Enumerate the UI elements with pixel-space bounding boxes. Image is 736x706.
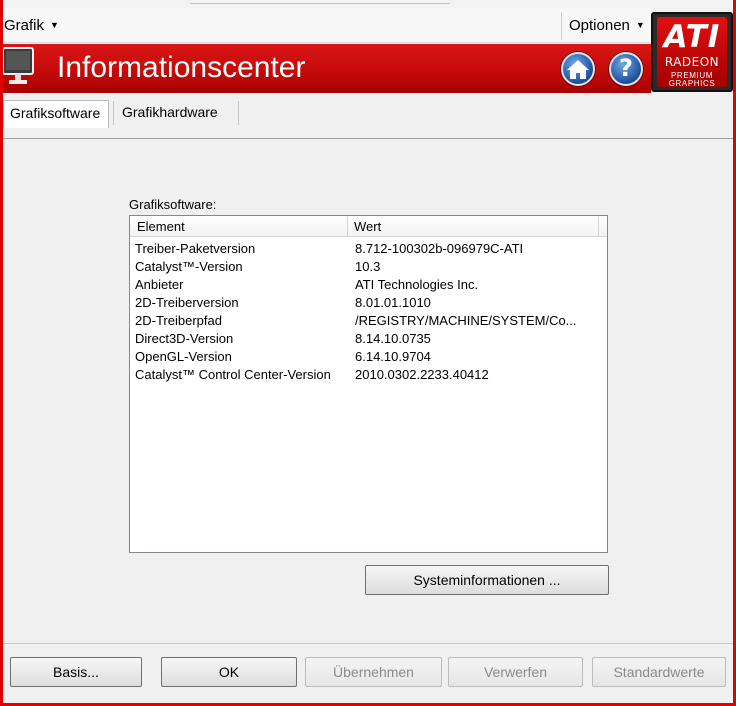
help-button[interactable]: ? [609,52,643,86]
top-strip [0,0,736,8]
list-row[interactable]: OpenGL-Version 6.14.10.9704 [130,348,607,366]
tab-grafiksoftware[interactable]: Grafiksoftware [3,100,109,128]
column-divider[interactable] [598,216,599,237]
logo-product: RADEON [664,55,720,69]
row-value: ATI Technologies Inc. [355,277,479,292]
row-value: 8.712-100302b-096979C-ATI [355,241,524,256]
list-header: Element Wert [130,216,607,237]
tab-grafikhardware[interactable]: Grafikhardware [116,100,224,128]
list-row[interactable]: 2D-Treiberversion 8.01.01.1010 [130,294,607,312]
row-element: 2D-Treiberpfad [135,313,222,328]
row-value: 10.3 [355,259,381,274]
dropdown-arrow-icon: ▼ [635,20,645,30]
menu-separator [561,12,562,40]
menu-optionen-label: Optionen [569,17,630,34]
help-icon: ? [619,54,633,82]
home-icon [567,60,589,79]
row-element: Catalyst™-Version [135,259,243,274]
row-element: OpenGL-Version [135,349,232,364]
ghost-window-edge [190,0,450,4]
list-row[interactable]: Treiber-Paketversion 8.712-100302b-09697… [130,240,607,258]
row-element: 2D-Treiberversion [135,295,239,310]
list-rows: Treiber-Paketversion 8.712-100302b-09697… [130,240,607,384]
row-value: 8.14.10.0735 [355,331,431,346]
monitor-icon [3,47,34,84]
window-frame-left [0,0,3,706]
ati-radeon-logo: ATI RADEON PREMIUM GRAPHICS [651,12,733,92]
list-row[interactable]: Anbieter ATI Technologies Inc. [130,276,607,294]
menu-grafik-label: Grafik [4,17,45,34]
basis-button[interactable]: Basis... [10,657,142,687]
row-value: 2010.0302.2233.40412 [355,367,489,382]
home-button[interactable] [561,52,595,86]
menu-bar: Grafik ▼ Optionen ▼ [3,8,651,43]
apply-button[interactable]: Übernehmen [305,657,442,687]
list-row[interactable]: Catalyst™-Version 10.3 [130,258,607,276]
section-label: Grafiksoftware: [129,197,217,212]
logo-tagline: PREMIUM GRAPHICS [657,72,727,88]
tab-separator [238,101,239,125]
title-banner: Informationscenter ? [3,44,651,93]
row-element: Anbieter [135,277,184,292]
row-element: Direct3D-Version [135,331,234,346]
menu-optionen[interactable]: Optionen ▼ [569,17,645,34]
ok-button[interactable]: OK [161,657,297,687]
footer-divider [3,643,733,644]
list-row[interactable]: Catalyst™ Control Center-Version 2010.03… [130,366,607,384]
column-divider[interactable] [347,216,348,237]
column-header-element[interactable]: Element [137,219,185,234]
dropdown-arrow-icon: ▼ [50,20,59,30]
logo-red-panel: ATI RADEON PREMIUM GRAPHICS [657,17,727,88]
defaults-button[interactable]: Standardwerte [592,657,726,687]
row-value: 6.14.10.9704 [355,349,431,364]
row-value: /REGISTRY/MACHINE/SYSTEM/Co... [355,313,577,328]
row-value: 8.01.01.1010 [355,295,431,310]
row-element: Treiber-Paketversion [135,241,256,256]
menu-grafik[interactable]: Grafik ▼ [4,17,59,34]
software-list[interactable]: Element Wert Treiber-Paketversion 8.712-… [129,215,608,553]
tab-separator [113,101,114,125]
page-title: Informationscenter [57,51,306,84]
logo-brand: ATI [663,19,721,55]
discard-button[interactable]: Verwerfen [448,657,583,687]
list-row[interactable]: Direct3D-Version 8.14.10.0735 [130,330,607,348]
logo-tagline-2: GRAPHICS [668,79,716,88]
tab-bar: Grafiksoftware Grafikhardware [3,93,733,139]
row-element: Catalyst™ Control Center-Version [135,367,331,382]
system-info-button[interactable]: Systeminformationen ... [365,565,609,595]
list-row[interactable]: 2D-Treiberpfad /REGISTRY/MACHINE/SYSTEM/… [130,312,607,330]
column-header-wert[interactable]: Wert [354,219,381,234]
